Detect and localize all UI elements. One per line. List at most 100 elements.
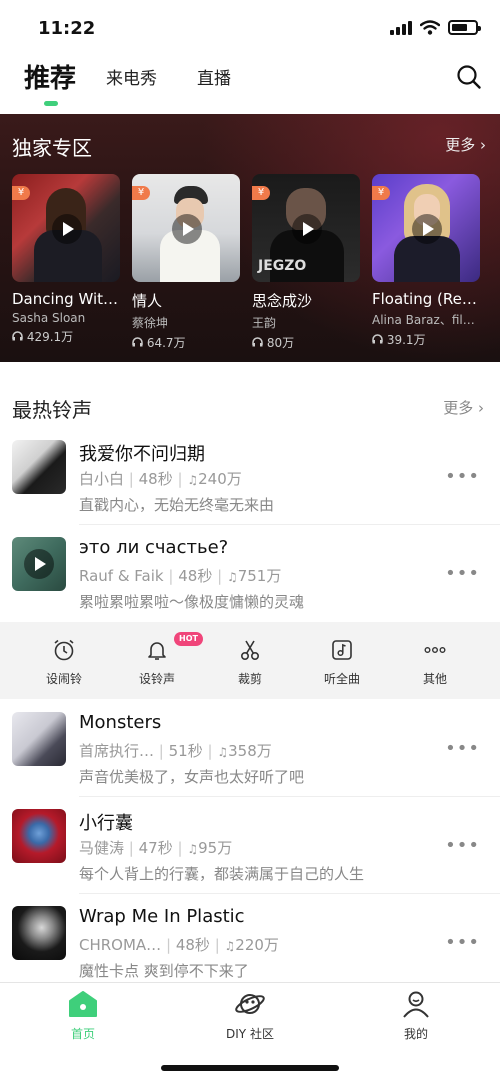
ringtone-action-bar: 设闹铃 设铃声 HOT 裁剪 听全曲 其他 (0, 622, 500, 699)
scissors-icon (240, 640, 260, 661)
ringtone-meta: 首席执行… | 51秒 | ♫358万 (79, 742, 272, 760)
hot-more-link[interactable]: 更多 › (443, 397, 484, 418)
status-icons (390, 20, 481, 35)
headphones-icon: ♫ (217, 745, 229, 759)
divider (79, 796, 500, 797)
search-icon[interactable] (456, 64, 482, 90)
active-tab-indicator (44, 101, 58, 106)
album-cover: ¥ (132, 174, 240, 282)
divider (79, 524, 500, 525)
ringtone-plays: 358万 (228, 742, 272, 760)
more-options-icon[interactable]: ••• (445, 932, 480, 953)
exclusive-card[interactable]: ¥ Dancing With Your Ghost Sasha Sloan 42… (12, 174, 124, 351)
music-note-icon (332, 640, 352, 660)
ringtone-artist: 马健涛 (79, 839, 125, 857)
ringtone-duration: 48秒 (138, 470, 173, 488)
ringtone-row[interactable]: 我爱你不问归期 白小白 | 48秒 | ♫240万 直戳内心，无始无终毫无来由 … (0, 436, 500, 532)
listen-full-button[interactable]: 听全曲 (312, 638, 372, 687)
ringtone-artist: 首席执行… (79, 742, 155, 760)
play-count: 429.1万 (26, 330, 74, 344)
ringtone-plays: 220万 (235, 936, 279, 954)
other-button[interactable]: 其他 (405, 638, 465, 687)
card-plays: 429.1万 (12, 328, 120, 345)
ringtone-plays: 751万 (237, 567, 282, 585)
hot-ringtones-title: 最热铃声 (12, 398, 92, 422)
ringtone-plays: 95万 (198, 839, 233, 857)
play-icon[interactable] (24, 549, 54, 579)
action-label: 设闹铃 (45, 672, 82, 686)
exclusive-card[interactable]: ¥ 情人 蔡徐坤 64.7万 (132, 174, 240, 351)
card-title: Floating (Remix) (372, 290, 484, 308)
ringtone-title: 我爱你不问归期 (79, 444, 205, 465)
nav-diy-community[interactable]: DIY 社区 (210, 989, 290, 1042)
more-options-icon[interactable]: ••• (445, 738, 480, 759)
play-icon[interactable] (52, 214, 82, 244)
planet-icon (235, 994, 265, 1014)
card-plays: 64.7万 (132, 334, 240, 351)
ringtone-desc: 声音优美极了，女声也太好听了吧 (79, 768, 305, 786)
play-icon[interactable] (172, 214, 202, 244)
ringtone-meta: Rauf & Faik | 48秒 | ♫751万 (79, 567, 282, 585)
wifi-icon (420, 20, 440, 35)
exclusive-zone: 独家专区 更多 › ¥ Dancing With Your Ghost Sash… (0, 114, 500, 362)
ringtone-duration: 47秒 (138, 839, 173, 857)
nav-label: DIY 社区 (226, 1027, 274, 1041)
tab-recommend[interactable]: 推荐 (24, 58, 76, 95)
trim-button[interactable]: 裁剪 (220, 638, 280, 687)
ringtone-meta: CHROMA… | 48秒 | ♫220万 (79, 936, 279, 954)
ringtone-cover (12, 440, 66, 494)
headphones-icon: ♫ (187, 473, 199, 487)
ringtone-row[interactable]: это ли счастье? Rauf & Faik | 48秒 | ♫751… (0, 533, 500, 629)
more-options-icon[interactable]: ••• (445, 466, 480, 487)
ringtone-artist: 白小白 (79, 470, 125, 488)
nav-mine[interactable]: 我的 (376, 989, 456, 1042)
alarm-clock-icon (54, 639, 74, 661)
card-plays: 80万 (252, 334, 360, 351)
headphones-icon (252, 337, 263, 347)
exclusive-card[interactable]: ¥ Floating (Remix) Alina Baraz、filous 39… (372, 174, 484, 351)
play-count: 64.7万 (146, 336, 186, 350)
ringtone-title: Wrap Me In Plastic (79, 906, 245, 927)
card-title: 情人 (132, 292, 163, 310)
ringtone-desc: 直戳内心，无始无终毫无来由 (79, 496, 275, 514)
home-icon (69, 991, 97, 1017)
ringtone-desc: 魔性卡点 爽到停不下来了 (79, 962, 249, 980)
top-tabs: 推荐 来电秀 直播 (0, 56, 500, 114)
more-circles-icon (424, 646, 446, 653)
card-title: Dancing With Your Ghost (12, 290, 124, 308)
nav-home[interactable]: 首页 (43, 989, 123, 1042)
play-icon[interactable] (412, 214, 442, 244)
battery-level (452, 24, 468, 31)
more-options-icon[interactable]: ••• (445, 563, 480, 584)
hot-badge: HOT (174, 632, 203, 646)
ringtone-row[interactable]: 小行囊 马健涛 | 47秒 | ♫95万 每个人背上的行囊，都装满属于自己的人生… (0, 805, 500, 901)
exclusive-card[interactable]: JEGZO ¥ 思念成沙 王韵 80万 (252, 174, 360, 351)
ringtone-cover (12, 537, 66, 591)
card-artist: 王韵 (252, 316, 277, 330)
more-options-icon[interactable]: ••• (445, 835, 480, 856)
paid-badge: ¥ (372, 186, 390, 200)
ringtone-plays: 240万 (198, 470, 242, 488)
play-count: 39.1万 (386, 333, 426, 347)
nav-label: 首页 (70, 1027, 95, 1041)
album-cover: ¥ (12, 174, 120, 282)
play-count: 80万 (266, 336, 295, 350)
exclusive-more-link[interactable]: 更多 › (445, 134, 486, 155)
tab-caller-show[interactable]: 来电秀 (106, 64, 157, 89)
action-label: 听全曲 (323, 672, 360, 686)
home-indicator (161, 1065, 339, 1071)
exclusive-title: 独家专区 (12, 136, 92, 160)
set-alarm-button[interactable]: 设闹铃 (34, 638, 94, 687)
ringtone-row[interactable]: Monsters 首席执行… | 51秒 | ♫358万 声音优美极了，女声也太… (0, 708, 500, 804)
tab-live[interactable]: 直播 (197, 64, 231, 89)
headphones-icon: ♫ (187, 842, 199, 856)
play-icon[interactable] (292, 214, 322, 244)
headphones-icon (372, 334, 383, 344)
action-label: 裁剪 (237, 672, 262, 686)
ringtone-cover (12, 906, 66, 960)
headphones-icon (12, 331, 23, 341)
action-label: 设铃声 (138, 672, 175, 686)
ringtone-duration: 48秒 (178, 567, 213, 585)
battery-icon (448, 20, 481, 35)
status-bar: 11:22 (0, 0, 500, 56)
